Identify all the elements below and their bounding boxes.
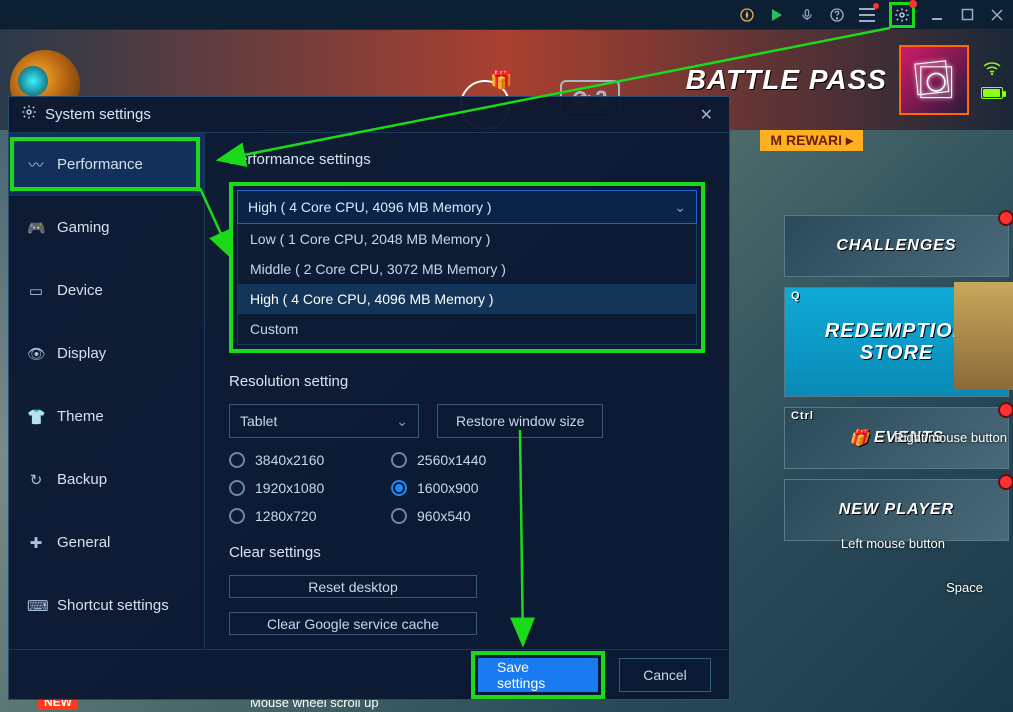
performance-selected: High ( 4 Core CPU, 4096 MB Memory ) bbox=[248, 199, 492, 215]
compass-icon[interactable] bbox=[739, 7, 755, 23]
play-store-icon[interactable] bbox=[769, 7, 785, 23]
hint-space: Space bbox=[946, 580, 983, 595]
titlebar bbox=[0, 0, 1013, 30]
sidebar-item-label: Backup bbox=[57, 471, 107, 488]
clear-section-label: Clear settings bbox=[229, 544, 705, 561]
performance-options: Low ( 1 Core CPU, 2048 MB Memory )Middle… bbox=[237, 224, 697, 345]
save-frame: Save settings bbox=[471, 651, 605, 699]
sidebar-item-device[interactable]: ▭ Device bbox=[9, 259, 204, 322]
sidebar-item-display[interactable]: 👁 Display bbox=[9, 322, 204, 385]
save-button[interactable]: Save settings bbox=[478, 658, 598, 692]
keyboard-icon: ⌨ bbox=[27, 597, 45, 615]
sidebar-item-performance[interactable]: 〰 Performance bbox=[9, 133, 204, 196]
hamburger-icon[interactable] bbox=[859, 7, 875, 23]
clear-cache-button[interactable]: Clear Google service cache bbox=[229, 612, 477, 635]
radio-dot bbox=[391, 480, 407, 496]
puzzle-icon: ✚ bbox=[27, 534, 45, 552]
resolution-radio-1280x720[interactable]: 1280x720 bbox=[229, 508, 379, 524]
sidebar-item-gaming[interactable]: 🎮 Gaming bbox=[9, 196, 204, 259]
sidebar-item-general[interactable]: ✚ General bbox=[9, 511, 204, 574]
battle-pass-card[interactable] bbox=[899, 45, 969, 115]
settings-sidebar: 〰 Performance 🎮 Gaming ▭ Device 👁 Display 👕 Theme… bbox=[9, 133, 205, 649]
battle-pass-title: BATTLE PASS bbox=[686, 64, 887, 96]
sidebar-item-label: Performance bbox=[57, 156, 143, 173]
radio-dot bbox=[229, 508, 245, 524]
settings-header: System settings ✕ bbox=[9, 97, 729, 133]
dialog-footer: Save settings Cancel bbox=[9, 649, 729, 699]
close-icon[interactable]: ✕ bbox=[696, 101, 717, 129]
resolution-radio-1920x1080[interactable]: 1920x1080 bbox=[229, 480, 379, 496]
performance-dropdown-toggle[interactable]: High ( 4 Core CPU, 4096 MB Memory ) ⌄ bbox=[237, 190, 697, 224]
maximize-icon[interactable] bbox=[959, 7, 975, 23]
chevron-down-icon: ⌄ bbox=[674, 199, 686, 216]
right-tiles: CHALLENGES Q Z REDEMPTION STORE Ctrl 🎁EV… bbox=[784, 215, 1009, 541]
minimize-icon[interactable] bbox=[929, 7, 945, 23]
sidebar-item-label: General bbox=[57, 534, 110, 551]
sidebar-item-shortcut-settings[interactable]: ⌨ Shortcut settings bbox=[9, 574, 204, 637]
resolution-radios: 3840x2160 2560x1440 1920x1080 1600x900 1280x… bbox=[229, 452, 705, 524]
radio-dot bbox=[391, 452, 407, 468]
chevron-down-icon: ⌄ bbox=[396, 413, 408, 430]
resolution-radio-1600x900[interactable]: 1600x900 bbox=[391, 480, 541, 496]
gear-icon-frame bbox=[889, 2, 915, 28]
radio-label: 1600x900 bbox=[417, 480, 479, 496]
resolution-radio-3840x2160[interactable]: 3840x2160 bbox=[229, 452, 379, 468]
radio-dot bbox=[229, 452, 245, 468]
close-icon[interactable] bbox=[989, 7, 1005, 23]
gear-icon[interactable] bbox=[894, 7, 910, 23]
radio-label: 3840x2160 bbox=[255, 452, 324, 468]
tile-challenges[interactable]: CHALLENGES bbox=[784, 215, 1009, 277]
activity-icon: 〰 bbox=[27, 154, 45, 175]
radio-label: 1920x1080 bbox=[255, 480, 324, 496]
performance-frame: High ( 4 Core CPU, 4096 MB Memory ) ⌄ Lo… bbox=[229, 182, 705, 353]
battery-icon bbox=[981, 87, 1003, 99]
sidebar-item-backup[interactable]: ↻ Backup bbox=[9, 448, 204, 511]
radio-label: 960x540 bbox=[417, 508, 471, 524]
resolution-radio-2560x1440[interactable]: 2560x1440 bbox=[391, 452, 541, 468]
performance-dropdown[interactable]: High ( 4 Core CPU, 4096 MB Memory ) ⌄ Lo… bbox=[237, 190, 697, 345]
performance-option[interactable]: High ( 4 Core CPU, 4096 MB Memory ) bbox=[238, 284, 696, 314]
sidebar-item-label: Theme bbox=[57, 408, 104, 425]
cancel-button[interactable]: Cancel bbox=[619, 658, 711, 692]
performance-option[interactable]: Low ( 1 Core CPU, 2048 MB Memory ) bbox=[238, 224, 696, 254]
resolution-section-label: Resolution setting bbox=[229, 373, 705, 390]
eye-icon: 👁 bbox=[27, 345, 45, 363]
help-icon[interactable] bbox=[829, 7, 845, 23]
sidebar-item-label: Gaming bbox=[57, 219, 110, 236]
radio-dot bbox=[391, 508, 407, 524]
tile-redemption[interactable]: Q Z REDEMPTION STORE bbox=[784, 287, 1009, 397]
hint-right-mouse: Right mouse button bbox=[894, 430, 1007, 445]
gamepad-icon: 🎮 bbox=[27, 219, 45, 237]
microphone-icon[interactable] bbox=[799, 7, 815, 23]
resolution-radio-960x540[interactable]: 960x540 bbox=[391, 508, 541, 524]
settings-content: Performance settings High ( 4 Core CPU, … bbox=[205, 133, 729, 649]
phone-icon: ▭ bbox=[27, 282, 45, 300]
sidebar-item-theme[interactable]: 👕 Theme bbox=[9, 385, 204, 448]
perf-section-label: Performance settings bbox=[229, 151, 705, 168]
reward-strip[interactable]: M REWARI▸ bbox=[760, 130, 863, 151]
device-select[interactable]: Tablet ⌄ bbox=[229, 404, 419, 438]
sidebar-item-label: Device bbox=[57, 282, 103, 299]
gift-icon[interactable]: 🎁 bbox=[490, 70, 512, 91]
tile-new-player[interactable]: NEW PLAYER bbox=[784, 479, 1009, 541]
hint-left-mouse: Left mouse button bbox=[841, 536, 945, 551]
shirt-icon: 👕 bbox=[27, 408, 45, 426]
wifi-icon bbox=[983, 62, 1001, 81]
radio-dot bbox=[229, 480, 245, 496]
sidebar-item-label: Display bbox=[57, 345, 106, 362]
radio-label: 2560x1440 bbox=[417, 452, 486, 468]
restore-window-button[interactable]: Restore window size bbox=[437, 404, 603, 438]
refresh-icon: ↻ bbox=[27, 471, 45, 489]
reset-desktop-button[interactable]: Reset desktop bbox=[229, 575, 477, 598]
settings-dialog: System settings ✕ 〰 Performance 🎮 Gaming ▭ De… bbox=[8, 96, 730, 700]
settings-title: System settings bbox=[45, 106, 688, 123]
sidebar-item-label: Shortcut settings bbox=[57, 597, 169, 614]
performance-option[interactable]: Middle ( 2 Core CPU, 3072 MB Memory ) bbox=[238, 254, 696, 284]
performance-option[interactable]: Custom bbox=[238, 314, 696, 344]
gear-icon bbox=[21, 104, 37, 125]
radio-label: 1280x720 bbox=[255, 508, 317, 524]
